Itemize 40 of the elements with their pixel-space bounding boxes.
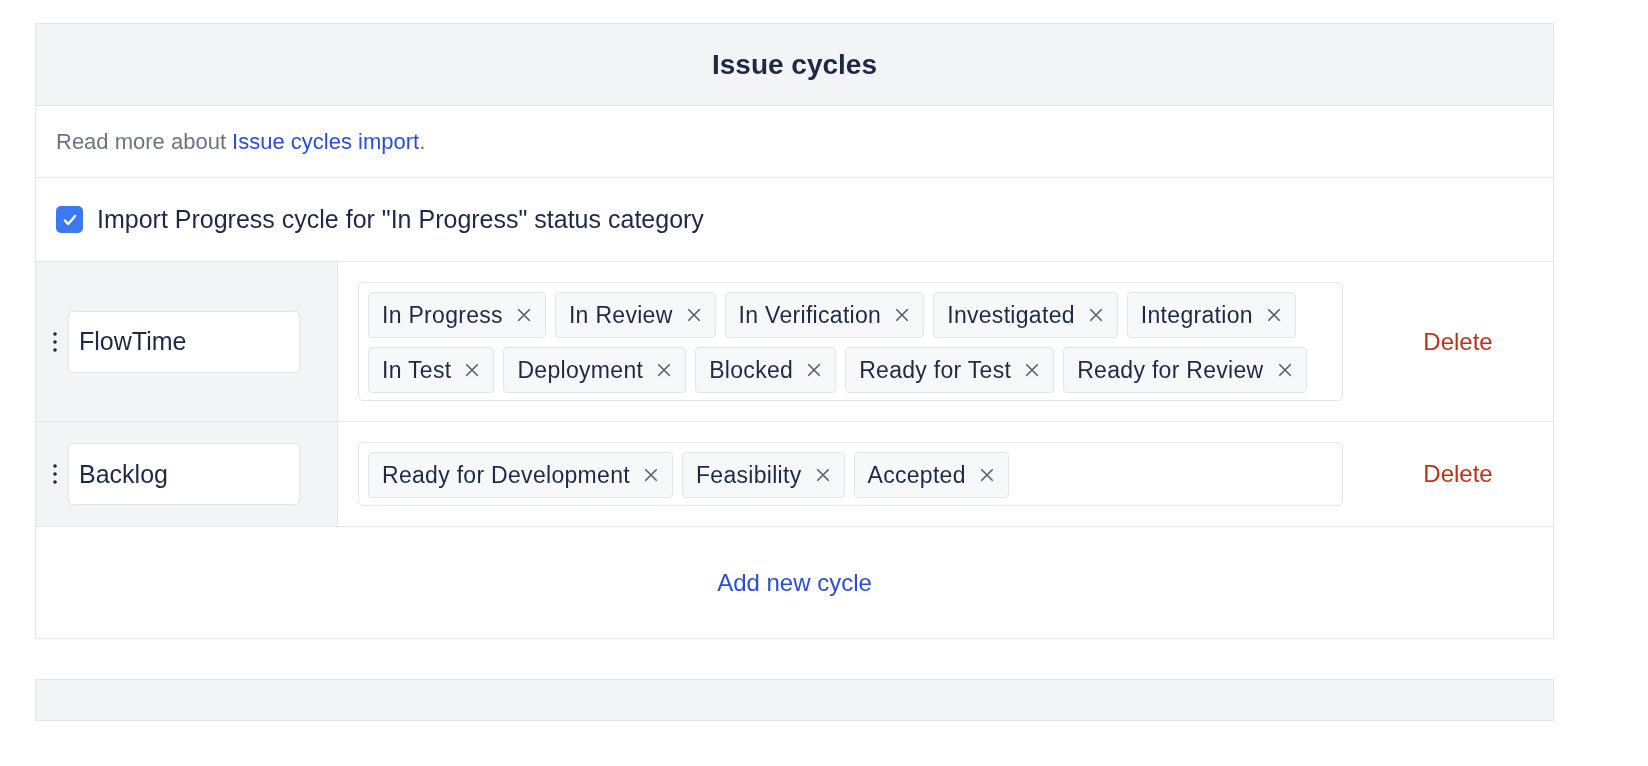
import-checkbox[interactable] (56, 206, 83, 233)
cycle-name-field[interactable]: Backlog (68, 443, 300, 505)
info-text: Read more about Issue cycles import. (56, 128, 426, 155)
remove-icon[interactable] (657, 363, 672, 377)
cycle-name-field[interactable]: FlowTime (68, 310, 300, 373)
remove-icon[interactable] (1277, 363, 1292, 377)
status-tag-label: In Review (568, 301, 673, 329)
status-tag-label: Deployment (517, 356, 644, 384)
delete-button[interactable]: Delete (1417, 456, 1499, 492)
remove-icon[interactable] (643, 468, 658, 482)
remove-icon[interactable] (1088, 308, 1103, 322)
status-tag-label: Ready for Test (859, 356, 1012, 384)
panel-title: Issue cycles (712, 48, 877, 81)
drag-handle-icon[interactable] (52, 330, 58, 353)
remove-icon[interactable] (1025, 363, 1040, 377)
remove-icon[interactable] (686, 308, 701, 322)
status-tag-label: Ready for Review (1077, 356, 1264, 384)
status-tag-label: Accepted (867, 461, 966, 489)
drag-handle-icon[interactable] (52, 463, 58, 485)
import-checkbox-label: Import Progress cycle for "In Progress" status category (97, 205, 704, 234)
status-select-field[interactable]: In Progress In Review In Verification Investigated Integration In Test Deployment Blocked Ready for Test Ready for Review (358, 282, 1343, 401)
status-tag-label: In Test (382, 356, 452, 384)
remove-icon[interactable] (465, 363, 480, 377)
status-tag-label: Integration (1140, 301, 1253, 329)
status-tag-label: In Verification (738, 301, 882, 329)
status-tag-label: Ready for Development (382, 461, 630, 489)
status-tag-label: Blocked (709, 356, 794, 384)
remove-icon[interactable] (979, 468, 994, 482)
remove-icon[interactable] (815, 468, 830, 482)
remove-icon[interactable] (807, 363, 822, 377)
remove-icon[interactable] (895, 308, 910, 322)
status-tag-label: In Progress (382, 301, 503, 329)
status-tag-label: Investigated (947, 301, 1075, 329)
delete-button[interactable]: Delete (1417, 323, 1499, 360)
status-select-field[interactable]: Ready for Development Feasibility Accepted (358, 442, 1343, 506)
remove-icon[interactable] (516, 308, 531, 322)
status-tag-label: Feasibility (695, 461, 802, 489)
add-cycle-button[interactable]: Add new cycle (711, 564, 878, 601)
remove-icon[interactable] (1266, 308, 1281, 322)
docs-link[interactable]: Issue cycles import (232, 128, 420, 154)
